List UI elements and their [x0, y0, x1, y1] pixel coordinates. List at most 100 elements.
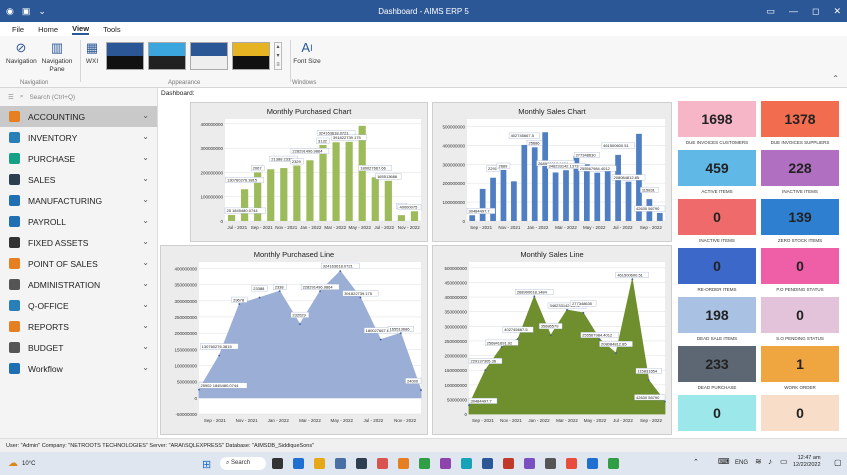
bar[interactable] — [552, 172, 559, 221]
bar[interactable] — [615, 154, 621, 221]
font-size-button[interactable]: AI Font Size — [292, 40, 322, 66]
kpi-tile[interactable]: 0 — [678, 395, 756, 431]
theme-swatch-4[interactable] — [232, 42, 270, 70]
data-point[interactable] — [517, 338, 519, 340]
sidebar-item-sales[interactable]: SALES ⌄ — [0, 169, 157, 190]
bar[interactable] — [332, 142, 340, 221]
data-point[interactable] — [566, 309, 568, 311]
chevron-down-icon[interactable]: ⌄ — [142, 300, 149, 309]
keyboard-icon[interactable]: ⌨ — [718, 457, 730, 466]
navigation-button[interactable]: ⊘ Navigation — [6, 40, 37, 66]
gallery-scroll[interactable]: ▴ ▾ ≡ — [274, 42, 282, 70]
start-icon[interactable]: ⊞ — [202, 458, 211, 471]
bar[interactable] — [531, 147, 538, 221]
navigation-pane-button[interactable]: ▥ Navigation Pane — [40, 40, 74, 74]
kpi-tile[interactable]: 233 — [678, 346, 756, 382]
bar[interactable] — [542, 132, 549, 221]
data-point[interactable] — [468, 404, 470, 406]
taskbar-app-icon[interactable] — [398, 458, 409, 469]
collapse-ribbon-icon[interactable]: ⌃ — [832, 74, 839, 83]
taskbar-search[interactable]: ⌕ Search — [220, 457, 266, 470]
bar[interactable] — [594, 172, 601, 221]
wifi-icon[interactable]: ≋ — [755, 457, 762, 466]
taskbar-app-icon[interactable] — [587, 458, 598, 469]
data-point[interactable] — [278, 290, 281, 293]
data-point[interactable] — [218, 354, 221, 357]
chevron-down-icon[interactable]: ⌄ — [142, 342, 149, 351]
bar[interactable] — [563, 170, 569, 221]
menu-file[interactable]: File — [12, 25, 24, 34]
data-point[interactable] — [484, 369, 487, 372]
minimize-icon[interactable]: — — [789, 6, 798, 16]
kpi-tile[interactable]: 0 — [678, 248, 756, 284]
bar[interactable] — [469, 215, 476, 221]
theme-swatch-1[interactable] — [106, 42, 144, 70]
sidebar-item-manufacturing[interactable]: MANUFACTURING ⌄ — [0, 190, 157, 211]
bar[interactable] — [521, 144, 528, 221]
hamburger-icon[interactable]: ☰ — [8, 93, 14, 101]
close-icon[interactable]: ✕ — [833, 6, 841, 17]
search-bar[interactable]: ☰ ⌕ Search (Ctrl+Q) — [0, 88, 157, 106]
chevron-down-icon[interactable]: ⌄ — [142, 195, 149, 204]
bar[interactable] — [656, 212, 663, 221]
bar[interactable] — [280, 168, 288, 221]
data-point[interactable] — [379, 338, 382, 341]
data-point[interactable] — [533, 295, 536, 298]
wxi-button[interactable]: ▦ WXI — [82, 40, 102, 66]
chevron-down-icon[interactable]: ⌄ — [142, 321, 149, 330]
data-point[interactable] — [549, 334, 552, 337]
kpi-tile[interactable]: 1698 — [678, 101, 756, 137]
chevron-down-icon[interactable]: ⌄ — [142, 111, 149, 120]
chevron-down-icon[interactable]: ⌄ — [142, 258, 149, 267]
data-point[interactable] — [399, 332, 402, 335]
volume-icon[interactable]: ♪ — [768, 457, 772, 466]
app-icon[interactable]: ◉ — [6, 6, 14, 17]
data-point[interactable] — [615, 352, 617, 355]
kpi-tile[interactable]: 0 — [761, 297, 839, 333]
bar[interactable] — [479, 188, 486, 221]
bar[interactable] — [371, 177, 379, 221]
kpi-tile[interactable]: 228 — [761, 150, 839, 186]
data-point[interactable] — [359, 296, 362, 299]
bar[interactable] — [384, 180, 392, 221]
sidebar-item-payroll[interactable]: PAYROLL ⌄ — [0, 211, 157, 232]
taskbar-app-icon[interactable] — [440, 458, 451, 469]
taskbar-app-icon[interactable] — [293, 458, 304, 469]
taskbar-app-icon[interactable] — [314, 458, 325, 469]
search-input[interactable]: Search (Ctrl+Q) — [29, 94, 75, 101]
bar[interactable] — [227, 214, 236, 221]
bar[interactable] — [583, 164, 590, 221]
data-point[interactable] — [299, 323, 301, 325]
clock[interactable]: 12:47 am 12/22/2022 — [793, 455, 821, 469]
sidebar-item-administration[interactable]: ADMINISTRATION ⌄ — [0, 274, 157, 295]
bar[interactable] — [410, 211, 419, 221]
bar[interactable] — [397, 215, 405, 221]
taskbar-app-icon[interactable] — [356, 458, 367, 469]
battery-icon[interactable]: ▭ — [780, 457, 788, 466]
taskbar-app-icon[interactable] — [608, 458, 619, 469]
sidebar-item-accounting[interactable]: ACCOUNTING ⌄ — [0, 106, 157, 127]
sidebar-item-workflow[interactable]: Workflow ⌄ — [0, 358, 157, 379]
save-icon[interactable]: ▣ — [22, 6, 31, 17]
data-point[interactable] — [198, 388, 200, 391]
bar[interactable] — [604, 168, 611, 221]
sidebar-item-fixed-assets[interactable]: FIXED ASSETS ⌄ — [0, 232, 157, 253]
bar[interactable] — [293, 165, 301, 221]
chevron-down-icon[interactable]: ⌄ — [142, 174, 149, 183]
notification-icon[interactable]: ▢ — [834, 458, 842, 467]
data-point[interactable] — [598, 338, 601, 341]
kpi-tile[interactable]: 1 — [761, 346, 839, 382]
bar[interactable] — [267, 169, 275, 221]
data-point[interactable] — [500, 346, 503, 348]
chevron-down-icon[interactable]: ⌄ — [142, 216, 149, 225]
language-indicator[interactable]: ENG — [735, 460, 748, 466]
taskbar-app-icon[interactable] — [545, 458, 556, 469]
bar[interactable] — [511, 181, 517, 221]
taskbar-app-icon[interactable] — [503, 458, 514, 469]
menu-tools[interactable]: Tools — [103, 25, 121, 34]
data-point[interactable] — [582, 311, 585, 314]
data-point[interactable] — [647, 379, 650, 382]
taskbar-app-icon[interactable] — [461, 458, 472, 469]
bar[interactable] — [625, 181, 632, 221]
sidebar-item-budget[interactable]: BUDGET ⌄ — [0, 337, 157, 358]
